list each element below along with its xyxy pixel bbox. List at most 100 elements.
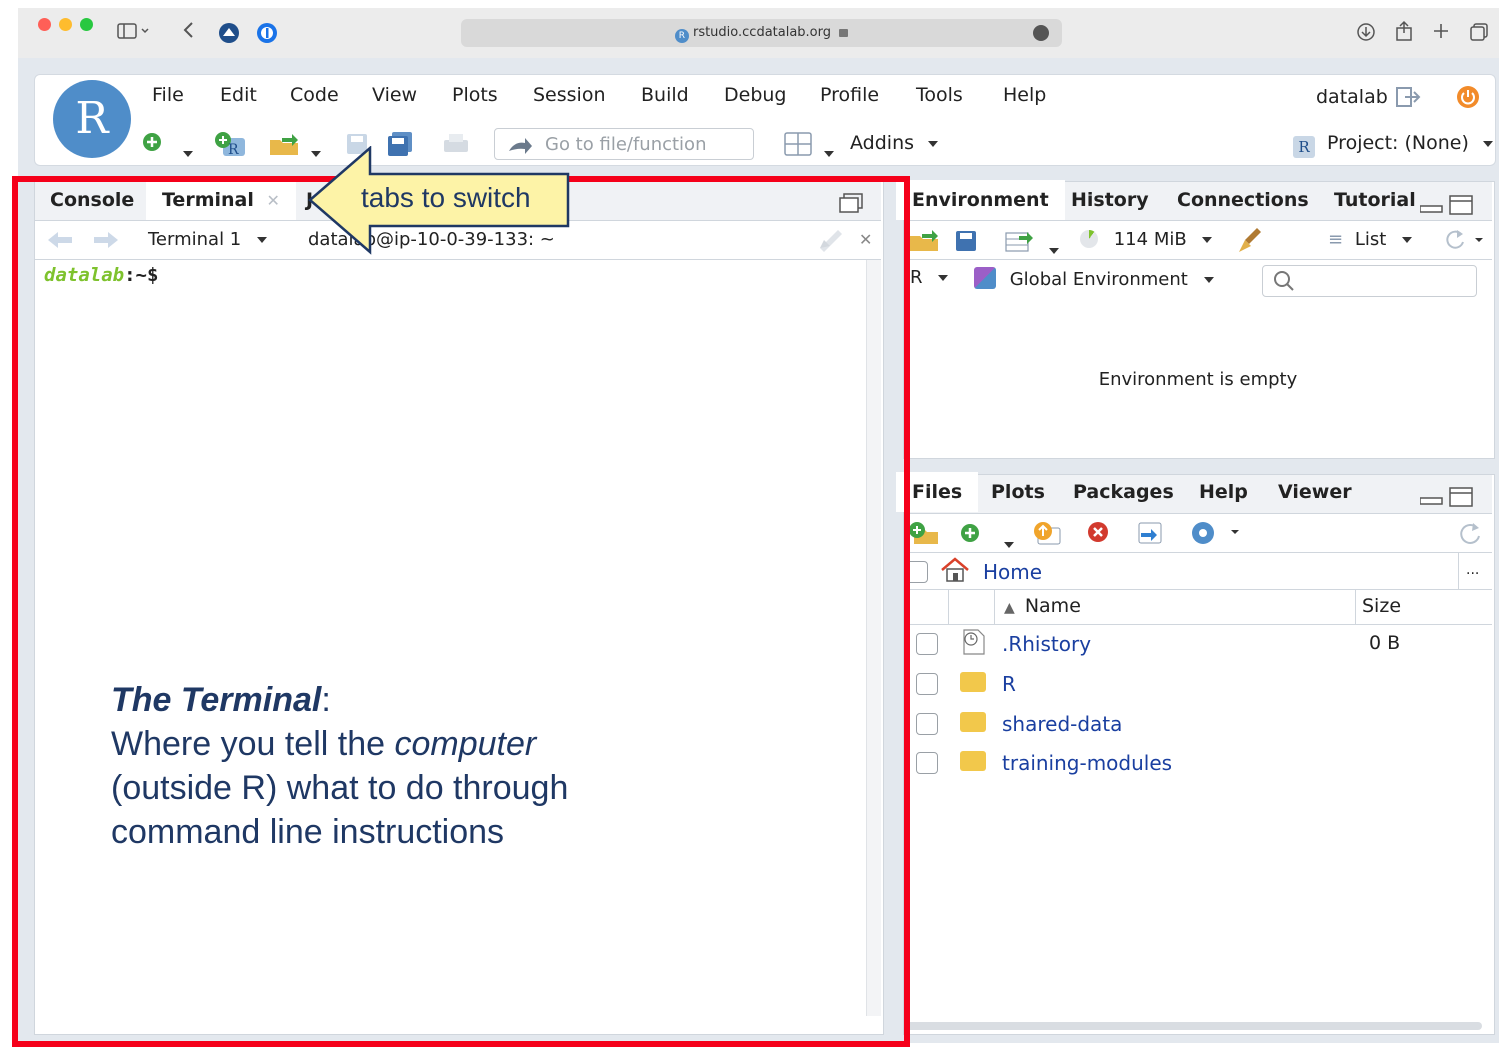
project-menu[interactable]: R Project: (None)	[1293, 132, 1493, 158]
folder-icon	[960, 751, 986, 771]
new-folder-icon[interactable]	[908, 521, 940, 549]
breadcrumb-more-button[interactable]: ...	[1466, 562, 1479, 578]
terminal-highlight-box	[12, 176, 910, 1047]
folder-icon	[960, 712, 986, 732]
environment-scope-selector[interactable]: Global Environment	[974, 267, 1214, 290]
folder-name-link[interactable]: R	[1002, 672, 1016, 696]
addins-label: Addins	[850, 132, 915, 154]
folder-name-link[interactable]: training-modules	[1002, 751, 1172, 775]
chevron-down-icon[interactable]	[824, 142, 834, 161]
tab-environment[interactable]: Environment	[896, 180, 1065, 220]
privacy-report-icon[interactable]	[218, 22, 240, 48]
chevron-down-icon[interactable]	[183, 142, 193, 161]
breadcrumb-home[interactable]: Home	[983, 560, 1042, 584]
file-name-link[interactable]: .Rhistory	[1002, 632, 1091, 656]
downloads-icon[interactable]	[1356, 22, 1376, 46]
column-header-name[interactable]: ▲ Name	[1004, 595, 1081, 617]
new-tab-icon[interactable]	[1432, 22, 1450, 44]
svg-text:R: R	[228, 142, 239, 158]
page-menu-icon[interactable]	[1033, 25, 1049, 41]
file-size: 0 B	[1369, 632, 1401, 654]
refresh-files-icon[interactable]	[1457, 520, 1483, 550]
sign-out-icon[interactable]	[1395, 85, 1423, 113]
home-icon[interactable]	[940, 557, 970, 587]
new-project-icon[interactable]: R	[213, 130, 247, 162]
menu-profile[interactable]: Profile	[820, 84, 879, 106]
user-name: datalab	[1316, 86, 1388, 108]
menu-debug[interactable]: Debug	[724, 84, 786, 106]
menu-build[interactable]: Build	[641, 84, 689, 106]
file-checkbox[interactable]	[916, 752, 938, 774]
environment-search-input[interactable]	[1262, 265, 1477, 297]
tab-history[interactable]: History	[1055, 180, 1165, 220]
tab-packages[interactable]: Packages	[1057, 472, 1190, 512]
project-icon: R	[1293, 136, 1315, 158]
new-file-icon[interactable]	[142, 132, 162, 156]
chevron-down-icon[interactable]	[1049, 239, 1059, 258]
new-blank-file-icon[interactable]	[960, 523, 982, 547]
menu-file[interactable]: File	[152, 84, 184, 106]
tab-plots[interactable]: Plots	[975, 472, 1061, 512]
minimize-pane-icon[interactable]	[1419, 486, 1476, 514]
memory-usage[interactable]: 114 MiB	[1080, 229, 1213, 250]
zoom-window-button[interactable]	[80, 18, 93, 31]
clear-workspace-icon[interactable]	[1235, 226, 1265, 258]
chevron-down-icon[interactable]	[1004, 533, 1014, 552]
menu-edit[interactable]: Edit	[220, 84, 257, 106]
more-gear-icon[interactable]	[1189, 520, 1239, 550]
tab-connections[interactable]: Connections	[1161, 180, 1325, 220]
share-icon[interactable]	[1395, 20, 1413, 46]
url-text: rstudio.ccdatalab.org	[692, 25, 832, 40]
password-manager-icon[interactable]	[256, 22, 278, 48]
load-workspace-icon[interactable]	[908, 230, 942, 256]
file-checkbox[interactable]	[916, 673, 938, 695]
callout-label: tabs to switch	[361, 182, 531, 213]
delete-icon[interactable]	[1087, 521, 1109, 547]
workspace-panes-icon[interactable]	[784, 132, 812, 160]
header-divider	[994, 590, 995, 624]
language-label: R	[910, 267, 923, 288]
tab-help[interactable]: Help	[1183, 472, 1264, 512]
open-file-icon[interactable]	[268, 132, 302, 160]
list-icon: ≡	[1328, 229, 1344, 250]
sidebar-toggle-icon[interactable]	[117, 22, 151, 45]
save-workspace-icon[interactable]	[955, 230, 977, 256]
tab-overview-icon[interactable]	[1469, 22, 1489, 46]
menu-help[interactable]: Help	[1003, 84, 1046, 106]
rstudio-favicon-icon: R	[674, 29, 689, 43]
menu-tools[interactable]: Tools	[916, 84, 963, 106]
memory-usage-label: 114 MiB	[1113, 229, 1187, 250]
minimize-pane-icon[interactable]	[1419, 194, 1476, 222]
files-table-header	[904, 590, 1492, 625]
address-bar[interactable]: R rstudio.ccdatalab.org	[461, 19, 1062, 47]
refresh-icon[interactable]	[1443, 228, 1483, 256]
rstudio-logo: R	[53, 80, 131, 158]
minimize-window-button[interactable]	[59, 18, 72, 31]
menu-session[interactable]: Session	[533, 84, 606, 106]
back-icon[interactable]	[182, 20, 196, 45]
file-checkbox[interactable]	[916, 713, 938, 735]
column-header-size[interactable]: Size	[1362, 595, 1401, 617]
chevron-down-icon	[1482, 140, 1493, 147]
breadcrumb-divider	[1458, 553, 1459, 589]
sort-ascending-icon: ▲	[1004, 600, 1015, 616]
chevron-down-icon	[1202, 237, 1213, 243]
menu-plots[interactable]: Plots	[452, 84, 498, 106]
files-horizontal-scrollbar[interactable]	[904, 1022, 1482, 1030]
language-selector[interactable]: R	[910, 267, 949, 288]
power-icon[interactable]	[1456, 85, 1480, 113]
list-view-toggle[interactable]: ≡ List	[1328, 229, 1413, 250]
tab-tutorial[interactable]: Tutorial	[1318, 180, 1432, 220]
folder-name-link[interactable]: shared-data	[1002, 712, 1122, 736]
file-checkbox[interactable]	[916, 633, 938, 655]
project-label: Project: (None)	[1327, 132, 1469, 154]
menu-code[interactable]: Code	[290, 84, 339, 106]
rename-icon[interactable]	[1135, 521, 1165, 549]
import-dataset-icon[interactable]	[1005, 230, 1035, 256]
tab-viewer[interactable]: Viewer	[1262, 472, 1368, 512]
addins-menu[interactable]: Addins	[850, 132, 939, 154]
upload-icon[interactable]	[1032, 520, 1062, 550]
menu-view[interactable]: View	[372, 84, 417, 106]
list-view-label: List	[1354, 229, 1387, 250]
close-window-button[interactable]	[38, 18, 51, 31]
